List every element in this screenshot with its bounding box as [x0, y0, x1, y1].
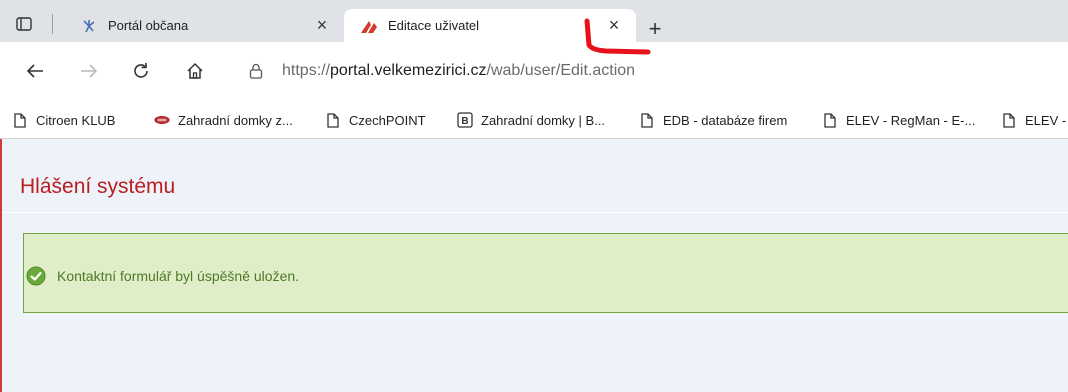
- bookmark-citroen-klub[interactable]: Citroen KLUB: [12, 112, 115, 128]
- back-icon[interactable]: [20, 56, 50, 86]
- page-icon: [12, 112, 28, 128]
- forward-icon[interactable]: [74, 56, 104, 86]
- bookmark-label: Citroen KLUB: [36, 112, 116, 128]
- url-scheme: https://: [282, 62, 331, 79]
- tab-portal-obcana[interactable]: Portál občana ×: [64, 9, 344, 42]
- heading-divider: [2, 212, 1068, 213]
- page-icon: [325, 112, 341, 128]
- bookmark-czechpoint[interactable]: CzechPOINT: [325, 112, 426, 128]
- tab-editace-uzivatel[interactable]: Editace uživatel ×: [344, 9, 636, 42]
- tab-separator: [52, 14, 53, 34]
- refresh-icon[interactable]: [126, 56, 156, 86]
- url-path: /wab/user/Edit.action: [486, 62, 636, 79]
- page-title: Hlášení systému: [20, 175, 176, 198]
- svg-text:B: B: [461, 116, 468, 127]
- tab-title: Editace uživatel: [388, 18, 480, 33]
- bookmark-zahradni-domky-1[interactable]: Zahradní domky z...: [154, 112, 293, 128]
- address-bar[interactable]: https://portal.velkemezirici.cz/wab/user…: [282, 62, 635, 80]
- bookmarks-bar: Citroen KLUB Zahradní domky z... CzechPO…: [0, 102, 1068, 139]
- page-content: Hlášení systému Kontaktní formulář byl ú…: [0, 139, 1068, 392]
- tab-strip: Portál občana × Editace uživatel × +: [0, 0, 1068, 42]
- bookmark-label: Zahradní domky | B...: [481, 112, 606, 128]
- success-message: Kontaktní formulář byl úspěšně uložen.: [57, 268, 300, 284]
- editace-favicon-icon: [360, 17, 378, 35]
- portal-favicon-icon: [80, 17, 98, 35]
- bookmark-label: CzechPOINT: [349, 112, 426, 128]
- bookmark-edb[interactable]: EDB - databáze firem: [639, 112, 787, 128]
- bookmark-label: Zahradní domky z...: [178, 112, 293, 128]
- bookmark-zahradni-domky-2[interactable]: B Zahradní domky | B...: [457, 112, 605, 128]
- success-check-icon: [26, 266, 46, 286]
- close-tab-icon[interactable]: ×: [310, 14, 334, 38]
- navigation-bar: https://portal.velkemezirici.cz/wab/user…: [0, 42, 1068, 102]
- new-tab-button[interactable]: +: [643, 16, 667, 41]
- b-icon: B: [457, 112, 473, 128]
- tab-title: Portál občana: [108, 18, 189, 33]
- bookmark-label: ELEV -: [1025, 112, 1067, 128]
- tab-actions-icon[interactable]: [14, 14, 34, 34]
- page-icon: [822, 112, 838, 128]
- page-icon: [639, 112, 655, 128]
- bookmark-elev-regman[interactable]: ELEV - RegMan - E-...: [822, 112, 975, 128]
- bookmark-label: EDB - databáze firem: [663, 112, 788, 128]
- page-icon: [1001, 112, 1017, 128]
- url-host: portal.velkemezirici.cz: [330, 62, 487, 79]
- bookmark-elev[interactable]: ELEV -: [1001, 112, 1066, 128]
- lock-icon[interactable]: [248, 63, 264, 79]
- home-icon[interactable]: [180, 56, 210, 86]
- close-tab-icon[interactable]: ×: [602, 14, 626, 38]
- bookmark-label: ELEV - RegMan - E-...: [846, 112, 976, 128]
- site-logo-icon: [154, 112, 170, 128]
